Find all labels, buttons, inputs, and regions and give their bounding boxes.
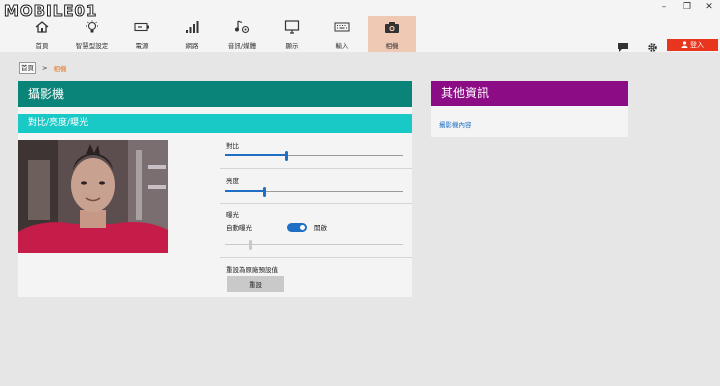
brightness-slider[interactable] bbox=[225, 187, 403, 197]
nav-label: 音訊/媒體 bbox=[227, 42, 257, 50]
top-bar: MOBILE01 – ❐ ✕ 首頁 智慧型設定 電源 網路 音訊/媒體 顯示 輸… bbox=[0, 0, 720, 52]
reset-button[interactable]: 重設 bbox=[227, 276, 284, 292]
nav-label: 輸入 bbox=[335, 42, 349, 50]
music-icon bbox=[234, 19, 250, 35]
nav-label: 網路 bbox=[185, 42, 199, 50]
nav-item-input[interactable]: 輸入 bbox=[318, 16, 366, 52]
auto-exposure-label: 自動曝光 bbox=[226, 224, 252, 232]
nav-item-power[interactable]: 電源 bbox=[118, 16, 166, 52]
nav-label: 首頁 bbox=[35, 42, 49, 50]
monitor-icon bbox=[284, 19, 300, 35]
camera-preview bbox=[18, 140, 168, 253]
breadcrumb-current: 相機 bbox=[53, 65, 67, 73]
slider-thumb[interactable] bbox=[263, 187, 267, 197]
auto-exposure-row: 自動曝光 開啟 bbox=[226, 222, 327, 232]
nav-item-network[interactable]: 網路 bbox=[168, 16, 216, 52]
info-panel-title: 其他資訊 bbox=[431, 81, 628, 106]
main-nav: 首頁 智慧型設定 電源 網路 音訊/媒體 顯示 輸入 相機 bbox=[18, 16, 418, 52]
minimize-button[interactable]: – bbox=[657, 2, 671, 12]
camera-icon bbox=[384, 19, 400, 35]
contrast-label: 對比 bbox=[226, 142, 239, 150]
nav-item-home[interactable]: 首頁 bbox=[18, 16, 66, 52]
camera-properties-link[interactable]: 攝影機內容 bbox=[439, 119, 472, 129]
close-button[interactable]: ✕ bbox=[702, 2, 716, 12]
battery-icon bbox=[134, 19, 150, 35]
nav-label: 顯示 bbox=[285, 42, 299, 50]
auto-exposure-toggle[interactable] bbox=[287, 222, 307, 232]
divider bbox=[220, 203, 412, 204]
network-icon bbox=[185, 19, 199, 35]
breadcrumb-separator: > bbox=[42, 64, 48, 72]
keyboard-icon bbox=[334, 19, 350, 35]
nav-item-camera[interactable]: 相機 bbox=[368, 16, 416, 52]
nav-label: 相機 bbox=[385, 42, 399, 50]
login-button[interactable]: 登入 bbox=[667, 39, 718, 51]
contrast-slider[interactable] bbox=[225, 151, 403, 161]
slider-fill bbox=[225, 190, 265, 192]
chat-icon[interactable] bbox=[617, 38, 629, 57]
restore-button[interactable]: ❐ bbox=[680, 2, 694, 12]
panel-subtitle: 對比/亮度/曝光 bbox=[18, 114, 412, 133]
nav-item-smart[interactable]: 智慧型設定 bbox=[68, 16, 116, 52]
nav-item-display[interactable]: 顯示 bbox=[268, 16, 316, 52]
bulb-icon bbox=[84, 19, 100, 35]
breadcrumb-home[interactable]: 首頁 bbox=[19, 62, 36, 74]
divider bbox=[220, 168, 412, 169]
info-panel: 其他資訊 攝影機內容 bbox=[431, 81, 628, 137]
gear-icon[interactable] bbox=[647, 38, 658, 57]
brightness-label: 亮度 bbox=[226, 177, 239, 185]
camera-panel: 攝影機 對比/亮度/曝光 對比 亮度 曝光 自動曝光 開啟 重設為原廠預設值 重… bbox=[18, 81, 412, 297]
reset-label: 重設為原廠預設值 bbox=[226, 266, 278, 274]
breadcrumb: 首頁 > 相機 bbox=[19, 62, 66, 74]
auto-exposure-state: 開啟 bbox=[314, 224, 327, 232]
nav-label: 電源 bbox=[135, 42, 149, 50]
nav-label: 智慧型設定 bbox=[75, 42, 109, 50]
exposure-label: 曝光 bbox=[226, 211, 239, 219]
divider bbox=[220, 257, 412, 258]
toggle-knob bbox=[300, 224, 305, 230]
slider-thumb[interactable] bbox=[284, 151, 288, 161]
home-icon bbox=[35, 19, 49, 35]
exposure-slider[interactable] bbox=[225, 240, 403, 250]
login-label: 登入 bbox=[690, 41, 704, 49]
nav-item-audio[interactable]: 音訊/媒體 bbox=[218, 16, 266, 52]
user-icon bbox=[681, 40, 688, 50]
slider-thumb[interactable] bbox=[248, 240, 252, 250]
panel-title: 攝影機 bbox=[18, 81, 412, 107]
slider-fill bbox=[225, 154, 286, 156]
